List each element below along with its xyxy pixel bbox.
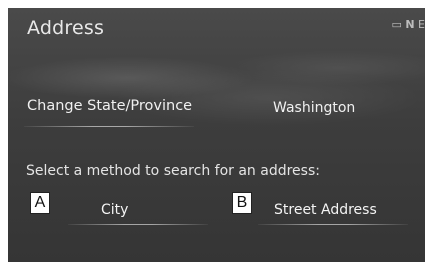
selected-state-value: Washington [273,100,356,116]
city-search-button[interactable]: City [68,196,208,225]
street-address-search-button[interactable]: Street Address [258,196,408,225]
status-icons: ▭ 𝗡 E [391,18,425,31]
callout-marker-a: A [30,192,50,214]
address-screen: Address ▭ 𝗡 E Change State/Province Wash… [8,8,425,262]
change-state-underline [24,126,194,127]
street-address-option-underline [258,224,408,225]
search-method-prompt: Select a method to search for an address… [26,163,320,179]
callout-marker-b: B [232,192,252,214]
street-address-option-label: Street Address [274,202,377,218]
screen-title: Address [27,17,105,39]
city-option-label: City [101,202,129,218]
change-state-button[interactable]: Change State/Province Washington [18,88,413,128]
change-state-label: Change State/Province [27,98,193,114]
city-option-underline [68,224,208,225]
